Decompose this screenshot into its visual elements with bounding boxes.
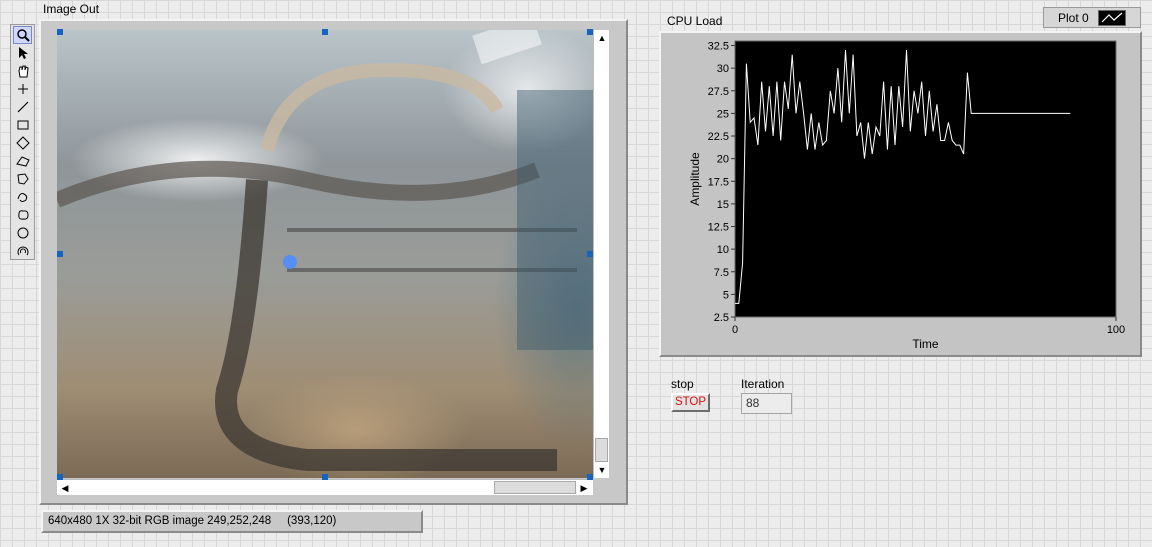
oval-icon[interactable] xyxy=(13,224,32,242)
y-tick-label: 22.5 xyxy=(708,131,729,143)
y-axis-label: Amplitude xyxy=(688,152,702,206)
pan-hand-icon[interactable] xyxy=(13,62,32,80)
y-tick-label: 7.5 xyxy=(714,267,729,279)
stop-button[interactable]: STOP xyxy=(671,393,710,412)
y-tick-label: 30 xyxy=(717,63,729,75)
iteration-label: Iteration xyxy=(741,377,785,391)
y-tick-label: 20 xyxy=(717,154,729,166)
rectangle-icon[interactable] xyxy=(13,116,32,134)
resize-handle[interactable] xyxy=(57,251,63,257)
x-axis-label: Time xyxy=(912,337,939,351)
point-icon[interactable] xyxy=(13,80,32,98)
waveform-chart-frame: 32.5 30 27.5 25 22.5 20 17.5 15 12.5 10 7.5 5 2.5 0 10… xyxy=(659,31,1142,357)
legend-plot-label: Plot 0 xyxy=(1058,11,1089,25)
line-icon[interactable] xyxy=(13,98,32,116)
plot-area xyxy=(734,40,1117,318)
y-tick-label: 5 xyxy=(723,289,729,301)
image-info-status-bar: 640x480 1X 32-bit RGB image 249,252,248 … xyxy=(41,510,423,533)
image-horizontal-scrollbar[interactable]: ◀ ▶ xyxy=(57,479,593,495)
zoom-icon[interactable] xyxy=(13,26,32,44)
rotated-rectangle-icon[interactable] xyxy=(13,134,32,152)
camera-image[interactable] xyxy=(57,30,593,478)
horizontal-scroll-thumb[interactable] xyxy=(494,481,576,494)
image-tool-palette xyxy=(10,24,35,260)
y-tick-label: 27.5 xyxy=(708,86,729,98)
scroll-right-icon[interactable]: ▶ xyxy=(577,481,591,495)
y-tick-label: 32.5 xyxy=(708,41,729,53)
y-tick-label: 12.5 xyxy=(708,222,729,234)
image-out-label: Image Out xyxy=(43,2,100,16)
freehand-region-icon[interactable] xyxy=(13,206,32,224)
resize-handle[interactable] xyxy=(57,29,63,35)
resize-handle[interactable] xyxy=(322,474,328,480)
stop-label: stop xyxy=(671,377,694,391)
resize-handle[interactable] xyxy=(587,474,593,480)
annulus-icon[interactable] xyxy=(13,152,32,170)
cpu-load-label: CPU Load xyxy=(667,14,723,28)
scroll-down-icon[interactable]: ▼ xyxy=(595,463,609,477)
scroll-up-icon[interactable]: ▲ xyxy=(595,31,609,45)
cpu-load-chart: 32.5 30 27.5 25 22.5 20 17.5 15 12.5 10 7.5 5 2.50 10… xyxy=(688,40,1125,351)
pointer-icon[interactable] xyxy=(13,44,32,62)
resize-handle[interactable] xyxy=(57,474,63,480)
y-tick-label: 10 xyxy=(717,244,729,256)
vertical-scroll-thumb[interactable] xyxy=(595,438,608,462)
resize-handle[interactable] xyxy=(322,29,328,35)
scroll-left-icon[interactable]: ◀ xyxy=(58,481,72,495)
freehand-icon[interactable] xyxy=(13,188,32,206)
y-tick-label: 17.5 xyxy=(708,176,729,188)
image-vertical-scrollbar[interactable]: ▲ ▼ xyxy=(593,30,609,478)
iteration-indicator: 88 xyxy=(741,393,792,414)
y-tick-label: 2.5 xyxy=(714,312,729,324)
annulus-arc-icon[interactable] xyxy=(13,242,32,260)
x-tick-label: 100 xyxy=(1107,324,1125,336)
camera-image-content xyxy=(57,30,593,471)
plot-line-swatch-icon[interactable] xyxy=(1098,10,1126,26)
polygon-icon[interactable] xyxy=(13,170,32,188)
plot-legend[interactable]: Plot 0 xyxy=(1043,7,1141,28)
y-tick-label: 25 xyxy=(717,108,729,120)
resize-handle[interactable] xyxy=(587,29,593,35)
y-tick-label: 15 xyxy=(717,199,729,211)
resize-handle[interactable] xyxy=(587,251,593,257)
x-tick-label: 0 xyxy=(732,324,738,336)
